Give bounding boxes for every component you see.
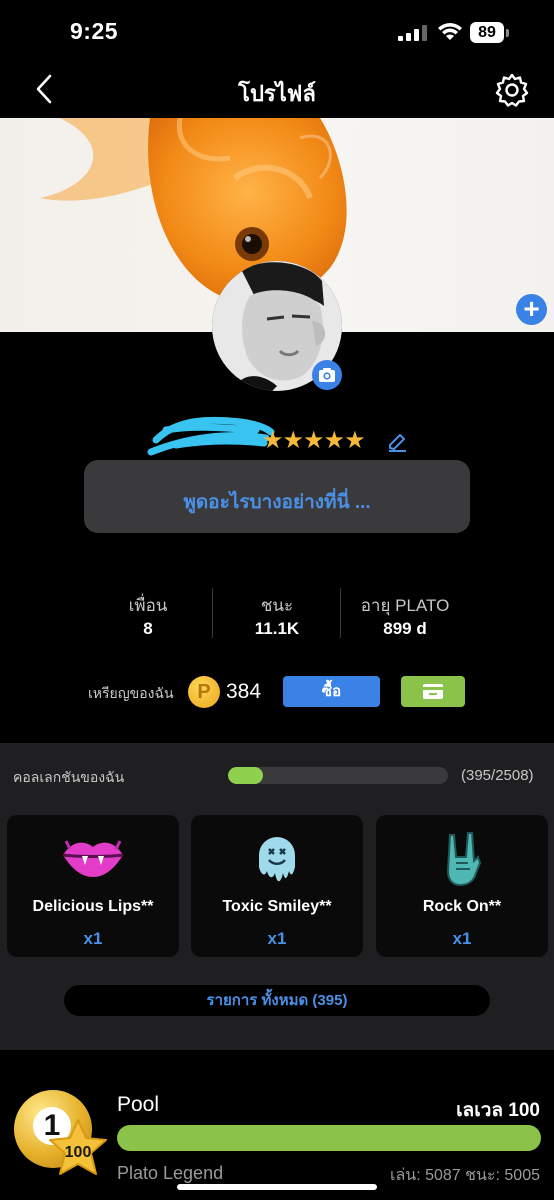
collection-progress-fill [228, 767, 263, 784]
smiley-icon [259, 837, 295, 882]
collection-item-qty: x1 [83, 929, 103, 948]
collection-item-name: Rock On** [422, 898, 502, 915]
collection-card[interactable]: Delicious Lips** x1 [7, 815, 179, 957]
battery-level: 89 [470, 22, 504, 43]
wifi-icon [438, 23, 462, 40]
coins-value: 384 [226, 680, 262, 703]
collection-item-qty: x1 [267, 929, 287, 948]
level-star-value: 100 [64, 1144, 92, 1161]
page-title: โปรไฟล์ [238, 81, 316, 106]
collection-card[interactable]: Toxic Smiley** x1 [191, 815, 363, 957]
rating-stars: ★★★★★ [262, 427, 366, 454]
game-rank: Plato Legend [117, 1163, 224, 1183]
stat-age-value: 899 d [383, 619, 427, 638]
add-cover-button[interactable]: + [516, 294, 547, 325]
battery-icon: 89 [470, 22, 510, 44]
lips-icon [62, 840, 124, 877]
collection-item-name: Delicious Lips** [32, 898, 154, 915]
coin-icon: P [188, 676, 220, 708]
rock-hand-icon [446, 832, 482, 887]
camera-icon[interactable] [312, 360, 342, 390]
wallet-button[interactable] [401, 676, 465, 707]
username-redacted [147, 416, 275, 456]
all-items-button[interactable]: รายการ ทั้งหมด (395) [64, 985, 490, 1016]
bio-placeholder[interactable]: พูดอะไรบางอย่างที่นี่ ... [84, 487, 470, 517]
collection-item-name: Toxic Smiley** [222, 898, 332, 915]
collection-item-qty: x1 [452, 929, 472, 948]
game-name: Pool [117, 1093, 160, 1116]
home-indicator[interactable] [177, 1184, 377, 1190]
wallet-icon [423, 684, 443, 699]
stat-friends-label: เพื่อน [128, 596, 168, 615]
status-time: 9:25 [70, 18, 119, 44]
buy-button[interactable]: ซื้อ [283, 676, 380, 707]
level-star-badge: 100 [46, 1118, 110, 1180]
stat-age-label: อายุ PLATO [360, 596, 450, 615]
game-level-progress-bar [117, 1125, 541, 1151]
collection-progress-bar [228, 767, 448, 784]
stat-wins-label: ชนะ [260, 596, 294, 615]
cellular-signal-icon [398, 25, 427, 41]
stat-friends-value[interactable]: 8 [84, 619, 212, 639]
collection-count: (395/2508) [461, 767, 534, 784]
collection-title: คอลเลกชันของฉัน [13, 769, 125, 785]
coins-label: เหรียญของฉัน [88, 685, 174, 701]
stat-wins-value: 11.1K [254, 619, 300, 638]
game-level: เลเวล 100 [456, 1100, 540, 1121]
collection-card[interactable]: Rock On** x1 [376, 815, 548, 957]
gear-icon[interactable] [494, 72, 530, 108]
edit-icon[interactable] [386, 431, 408, 453]
